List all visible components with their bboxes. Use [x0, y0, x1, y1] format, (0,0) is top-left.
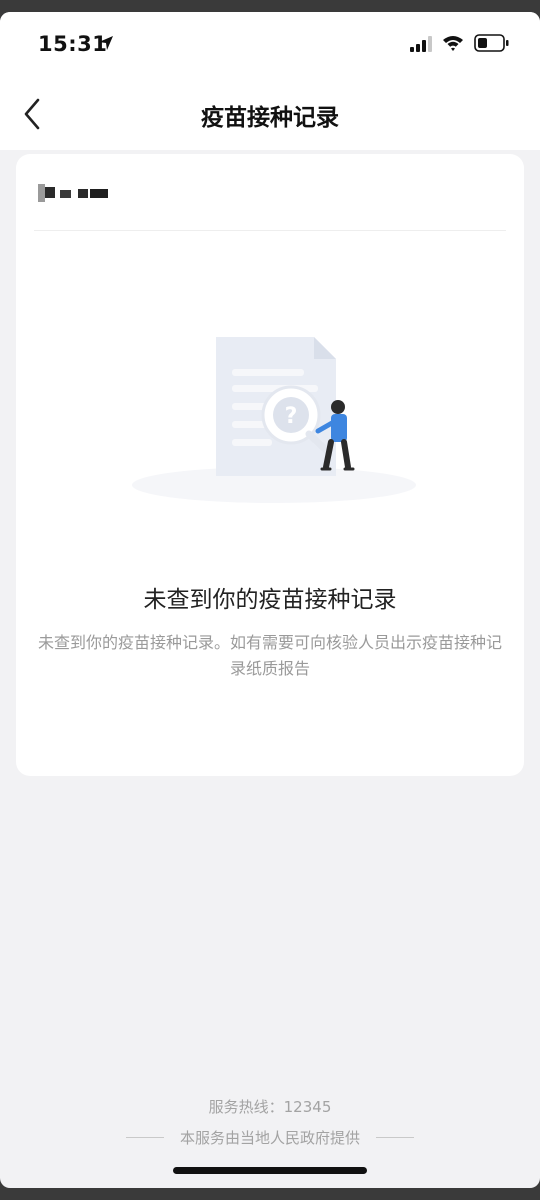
wifi-icon [443, 36, 463, 51]
location-arrow-icon [99, 36, 113, 50]
home-indicator[interactable] [173, 1167, 367, 1174]
empty-state-description: 未查到你的疫苗接种记录。如有需要可向核验人员出示疫苗接种记录纸质报告 [37, 633, 502, 678]
service-hotline: 服务热线：12345 [208, 1098, 332, 1116]
page-title: 疫苗接种记录 [201, 105, 339, 131]
provider-row: 本服务由当地人民政府提供 [0, 1126, 540, 1148]
signal-icon [410, 36, 432, 52]
provider-left-line [125, 1136, 164, 1138]
svg-text:?: ? [285, 404, 298, 429]
masked-user-name [38, 184, 108, 202]
no-record-illustration: ? [132, 337, 416, 503]
nav-bar: 疫苗接种记录 [0, 78, 540, 150]
provider-right-line [376, 1136, 414, 1138]
phone-screen: 15:31 疫苗接种记录 ? 未查到你的疫苗接种记录 未查到你的疫苗接种记录。如… [0, 12, 540, 1188]
status-bar: 15:31 [0, 12, 540, 78]
vaccine-record-card: ? 未查到你的疫苗接种记录 未查到你的疫苗接种记录。如有需要可向核验人员出示疫苗… [16, 154, 524, 776]
service-provider: 本服务由当地人民政府提供 [179, 1128, 360, 1147]
status-time: 15:31 [38, 32, 108, 56]
empty-state-title: 未查到你的疫苗接种记录 [143, 587, 397, 613]
card-divider [34, 230, 506, 231]
battery-icon [474, 34, 509, 52]
